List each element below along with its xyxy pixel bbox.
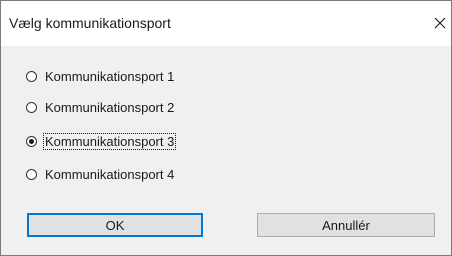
dialog-title: Vælg kommunikationsport (9, 15, 171, 31)
radio-label: Kommunikationsport 1 (45, 68, 175, 84)
radio-label: Kommunikationsport 3 (42, 132, 177, 150)
radio-button-selected[interactable] (26, 135, 37, 147)
title-bar: Vælg kommunikationsport (1, 1, 451, 46)
ok-button[interactable]: OK (27, 213, 203, 237)
radio-option-port-1[interactable]: Kommunikationsport 1 (26, 67, 175, 85)
dialog-window: Vælg kommunikationsport Kommunikationspo… (0, 0, 452, 256)
radio-button[interactable] (26, 70, 37, 82)
cancel-button[interactable]: Annullér (257, 213, 435, 237)
radio-label: Kommunikationsport 2 (45, 99, 175, 115)
radio-label: Kommunikationsport 4 (45, 166, 175, 182)
radio-option-port-2[interactable]: Kommunikationsport 2 (26, 98, 175, 116)
radio-option-port-3[interactable]: Kommunikationsport 3 (26, 132, 177, 150)
close-button[interactable] (429, 7, 451, 39)
radio-button[interactable] (26, 168, 37, 180)
radio-button[interactable] (26, 101, 37, 113)
radio-option-port-4[interactable]: Kommunikationsport 4 (26, 165, 175, 183)
close-icon (434, 17, 446, 29)
